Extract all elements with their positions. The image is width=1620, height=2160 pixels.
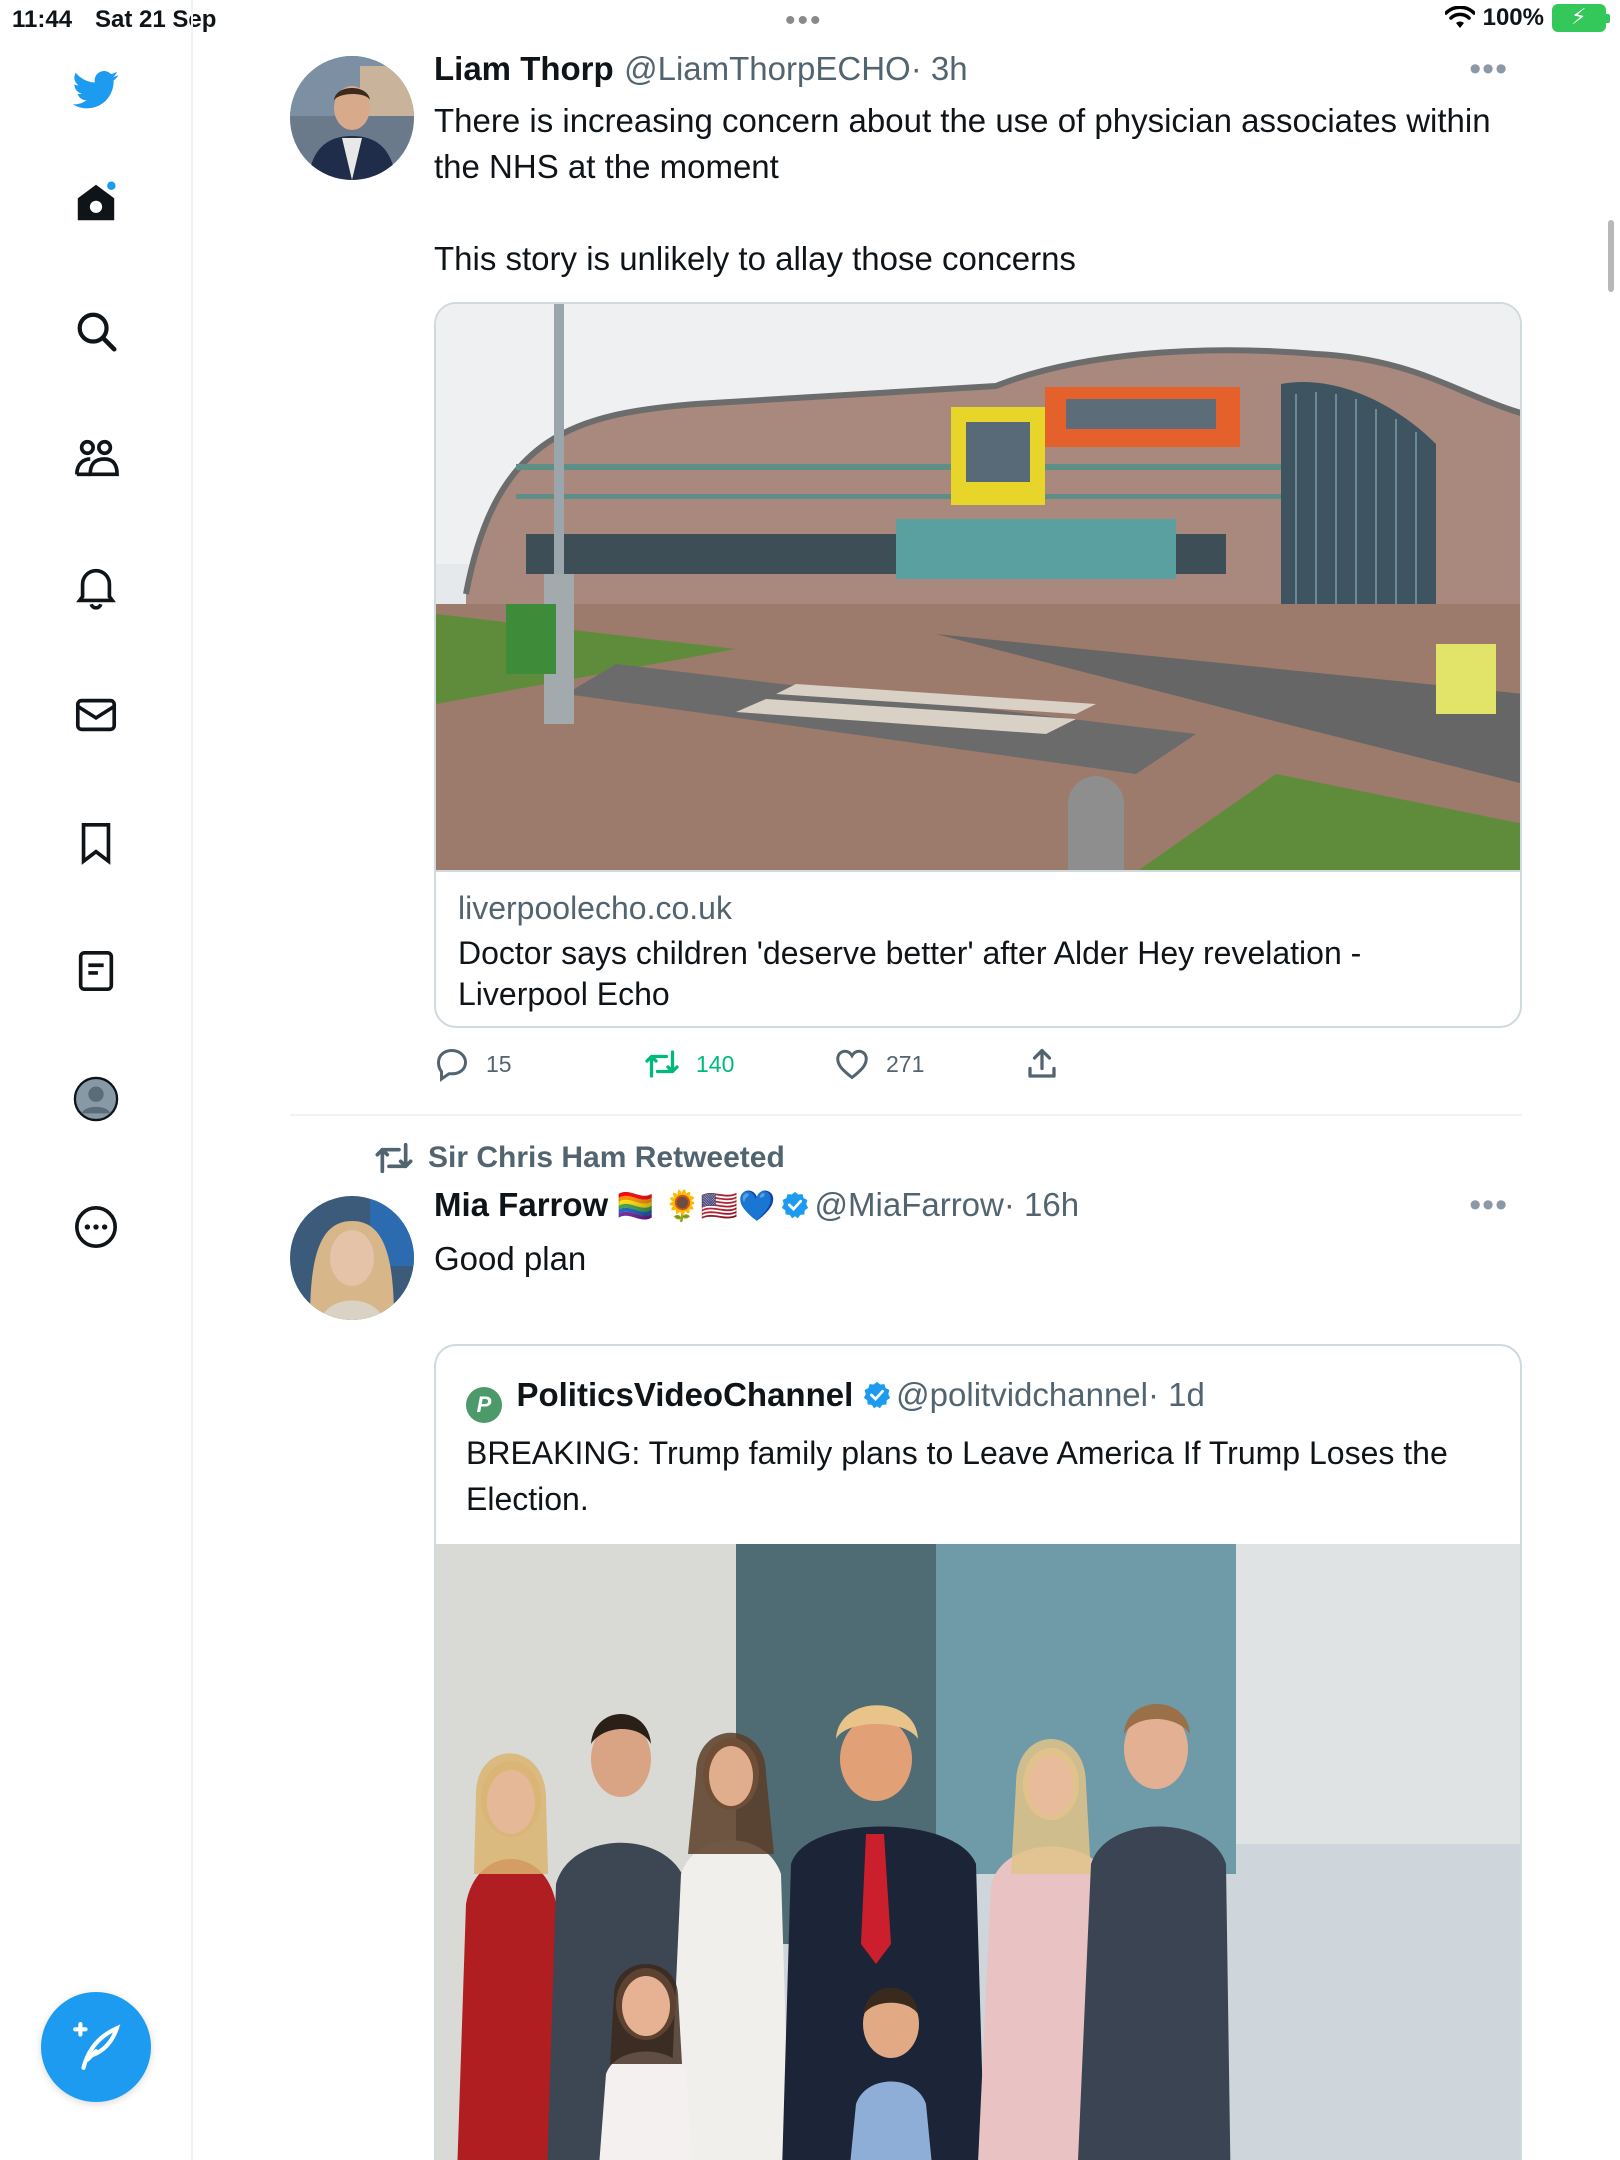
verified-badge-icon xyxy=(863,1381,890,1409)
status-bar: 11:44 Sat 21 Sep ••• 100% ⚡ xyxy=(0,0,1620,40)
retweet-button[interactable]: 140 xyxy=(644,1046,844,1082)
quoted-tweet-text: BREAKING: Trump family plans to Leave Am… xyxy=(466,1435,1448,1517)
compose-feather-icon xyxy=(73,2022,121,2070)
quoted-tweet-header: P PoliticsVideoChannel @politvidchannel·… xyxy=(466,1376,1205,1423)
tweet-header: Liam Thorp @LiamThorpECHO· 3h xyxy=(434,50,968,88)
quoted-author-handle[interactable]: @politvidchannel xyxy=(896,1376,1148,1413)
quoted-tweet-time: · 1d xyxy=(1148,1376,1205,1413)
tweet-text: Good plan xyxy=(434,1240,587,1277)
compose-tweet-button[interactable] xyxy=(41,1992,151,2102)
profile-avatar-icon[interactable] xyxy=(67,1070,125,1128)
tweet[interactable]: Sir Chris Ham Retweeted Mia Farrow 🏳️‍🌈 … xyxy=(290,1116,1522,2160)
lists-icon[interactable] xyxy=(67,942,125,1000)
tweet-text: There is increasing concern about the us… xyxy=(434,102,1491,277)
more-options-icon[interactable] xyxy=(67,1198,125,1256)
tweet-more-icon[interactable]: ••• xyxy=(1469,1186,1508,1225)
quoted-author-avatar[interactable]: P xyxy=(466,1387,502,1423)
search-icon[interactable] xyxy=(67,302,125,360)
tweet-time[interactable]: · 16h xyxy=(1004,1186,1079,1223)
retweet-count: 140 xyxy=(696,1050,735,1077)
quoted-author-name[interactable]: PoliticsVideoChannel xyxy=(516,1376,853,1413)
scrollbar[interactable] xyxy=(1608,220,1614,292)
retweet-icon xyxy=(645,1050,679,1078)
tweet-time[interactable]: · 3h xyxy=(911,50,968,87)
link-card[interactable]: liverpoolecho.co.uk Doctor says children… xyxy=(434,302,1522,1028)
reply-count: 15 xyxy=(486,1050,512,1077)
like-count: 271 xyxy=(886,1050,925,1077)
bookmarks-icon[interactable] xyxy=(67,814,125,872)
retweeted-by[interactable]: Sir Chris Ham Retweeted xyxy=(374,1138,785,1178)
battery-icon: ⚡ xyxy=(1552,4,1610,32)
author-name[interactable]: Mia Farrow xyxy=(434,1186,608,1223)
reply-icon xyxy=(436,1048,468,1082)
notifications-bell-icon[interactable] xyxy=(67,558,125,616)
tweet[interactable]: Liam Thorp @LiamThorpECHO· 3h ••• There … xyxy=(290,40,1522,1114)
author-handle[interactable]: @LiamThorpECHO xyxy=(624,50,911,87)
twitter-logo-icon[interactable] xyxy=(67,60,125,118)
link-card-body: liverpoolecho.co.uk Doctor says children… xyxy=(458,890,1498,1015)
communities-icon[interactable] xyxy=(67,430,125,488)
quoted-tweet-image[interactable] xyxy=(436,1544,1520,2160)
reply-button[interactable]: 15 xyxy=(434,1046,634,1082)
sidebar xyxy=(0,0,193,2160)
share-button[interactable] xyxy=(1024,1046,1224,1082)
like-button[interactable]: 271 xyxy=(834,1046,1034,1082)
link-card-domain: liverpoolecho.co.uk xyxy=(458,890,732,926)
messages-envelope-icon[interactable] xyxy=(67,686,125,744)
author-handle[interactable]: @MiaFarrow xyxy=(815,1186,1004,1223)
wifi-icon xyxy=(1444,6,1475,28)
quoted-tweet[interactable]: P PoliticsVideoChannel @politvidchannel·… xyxy=(434,1344,1522,2160)
author-name[interactable]: Liam Thorp xyxy=(434,50,614,87)
link-card-image xyxy=(436,304,1520,872)
retweeted-by-label: Sir Chris Ham Retweeted xyxy=(428,1141,785,1174)
tweet-actions: 15 140 271 xyxy=(434,1046,1224,1082)
multitasking-dots-icon[interactable]: ••• xyxy=(785,4,823,38)
tweet-more-icon[interactable]: ••• xyxy=(1469,50,1508,89)
battery-percent: 100% xyxy=(1482,4,1544,31)
verified-badge-icon xyxy=(781,1191,809,1219)
author-avatar[interactable] xyxy=(290,1196,414,1320)
link-card-title: Doctor says children 'deserve better' af… xyxy=(458,935,1362,1012)
author-avatar[interactable] xyxy=(290,56,414,180)
retweet-icon xyxy=(375,1142,413,1174)
author-name-emojis: 🏳️‍🌈 🌻🇺🇸💙 xyxy=(616,1189,776,1224)
home-icon[interactable] xyxy=(67,174,125,232)
tweet-header: Mia Farrow 🏳️‍🌈 🌻🇺🇸💙 @MiaFarrow· 16h xyxy=(434,1186,1079,1224)
heart-icon xyxy=(836,1049,868,1080)
share-icon xyxy=(1028,1048,1056,1078)
status-right: 100% ⚡ xyxy=(1444,4,1610,32)
